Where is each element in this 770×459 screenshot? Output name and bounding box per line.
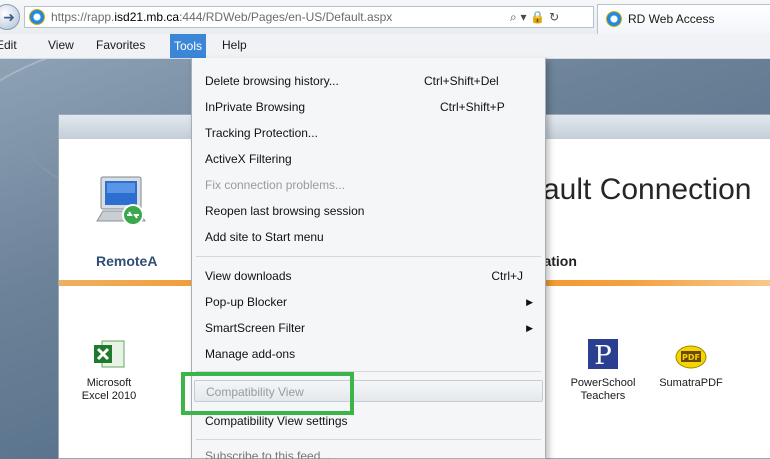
menu-tools[interactable]: Tools: [170, 34, 207, 58]
svg-text:PDF: PDF: [682, 353, 700, 362]
address-bar: ➜ https://rapp.isd21.mb.ca:444/RDWeb/Pag…: [0, 0, 770, 35]
menu-item-popup-blocker[interactable]: Pop-up Blocker ▶: [192, 291, 545, 313]
highlight-box: [181, 372, 354, 415]
app-sumatrapdf[interactable]: PDF SumatraPDF: [651, 337, 731, 390]
menu-item-reopen-last-session[interactable]: Reopen last browsing session: [192, 200, 545, 222]
menu-help[interactable]: Help: [222, 38, 247, 52]
menu-edit[interactable]: Edit: [0, 38, 17, 52]
powerschool-icon: P: [588, 339, 618, 371]
page-title: ault Connection: [543, 173, 752, 206]
nav-remoteapp-programs[interactable]: RemoteA: [96, 253, 157, 269]
menu-separator: [196, 439, 541, 440]
back-button[interactable]: ➜: [0, 4, 20, 30]
menu-item-subscribe-to-feed[interactable]: Subscribe to this feed...: [205, 449, 330, 459]
menu-item-inprivate-browsing[interactable]: InPrivate Browsing Ctrl+Shift+P: [192, 96, 545, 118]
back-arrow-icon: ➜: [3, 10, 15, 26]
app-microsoft-excel[interactable]: Microsoft Excel 2010: [69, 337, 149, 403]
menu-item-delete-browsing-history[interactable]: Delete browsing history... Ctrl+Shift+De…: [192, 70, 545, 92]
menu-item-add-site-to-start[interactable]: Add site to Start menu: [192, 226, 545, 248]
menu-item-manage-add-ons[interactable]: Manage add-ons: [192, 343, 545, 365]
menu-item-smartscreen-filter[interactable]: SmartScreen Filter ▶: [192, 317, 545, 339]
excel-icon: [94, 340, 125, 368]
url-field[interactable]: https://rapp.isd21.mb.ca:444/RDWeb/Pages…: [24, 6, 594, 28]
url-action-icons[interactable]: ⌕ ▾ 🔒 ↻: [510, 10, 559, 25]
sumatrapdf-icon: PDF: [675, 345, 707, 369]
menu-favorites[interactable]: Favorites: [96, 38, 145, 52]
svg-text:P: P: [594, 341, 612, 371]
menu-separator: [196, 256, 541, 257]
tab-title: RD Web Access: [628, 12, 715, 26]
submenu-arrow-icon: ▶: [526, 323, 533, 333]
menu-item-fix-connection-problems: Fix connection problems...: [205, 178, 346, 192]
remote-computer-icon: [96, 176, 146, 226]
app-powerschool-teachers[interactable]: P PowerSchool Teachers: [563, 337, 643, 403]
menu-bar: Edit View Favorites Tools Help: [0, 34, 770, 59]
url-text: https://rapp.isd21.mb.ca:444/RDWeb/Pages…: [51, 10, 393, 24]
submenu-arrow-icon: ▶: [526, 297, 533, 307]
menu-item-activex-filtering[interactable]: ActiveX Filtering: [192, 148, 545, 170]
menu-item-tracking-protection[interactable]: Tracking Protection...: [192, 122, 545, 144]
ie-icon: [29, 9, 45, 25]
tab-rd-web-access[interactable]: RD Web Access: [597, 4, 770, 34]
menu-view[interactable]: View: [48, 38, 74, 52]
menu-item-view-downloads[interactable]: View downloads Ctrl+J: [192, 265, 545, 287]
tab-ie-icon: [606, 11, 622, 27]
